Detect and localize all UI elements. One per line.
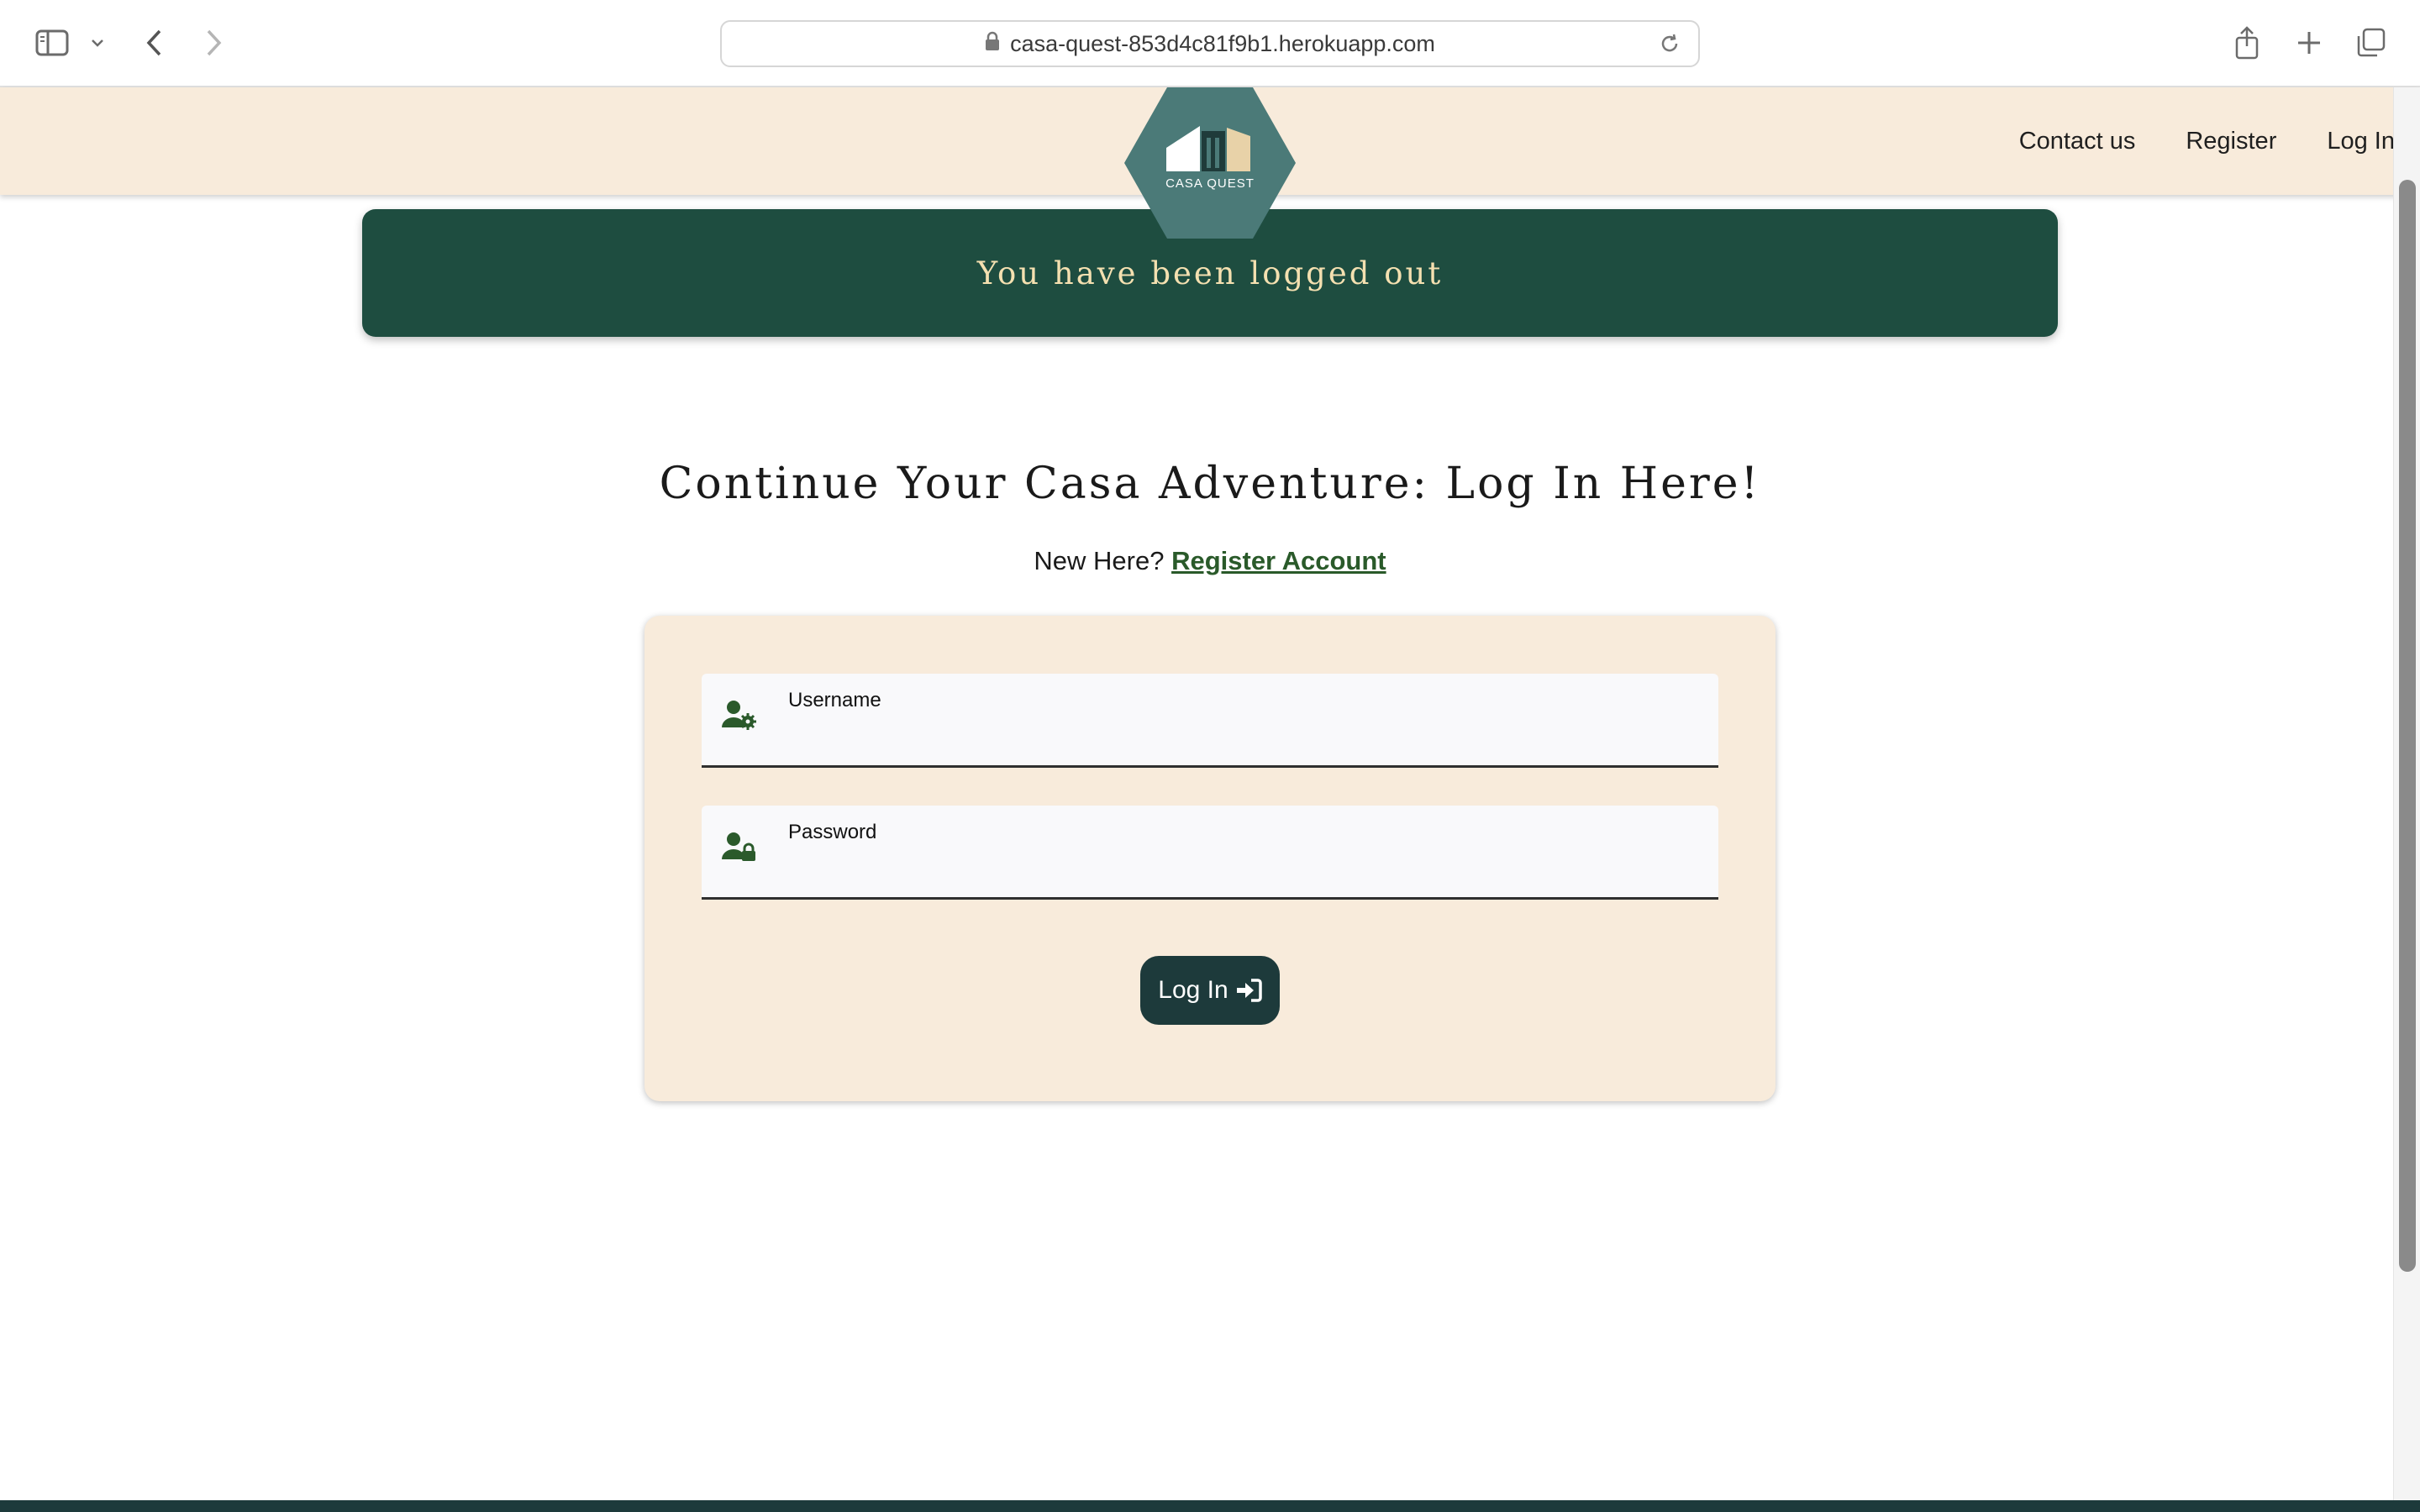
alert-message: You have been logged out	[976, 255, 1444, 291]
chevron-down-icon[interactable]	[87, 20, 108, 66]
tab-overview-icon[interactable]	[2354, 20, 2388, 66]
site-footer	[0, 1500, 2420, 1512]
login-form: Username Password Log In	[644, 616, 1776, 1101]
user-lock-icon	[722, 831, 757, 867]
login-button-label: Log In	[1158, 976, 1228, 1004]
username-input[interactable]	[786, 716, 1702, 756]
browser-toolbar: casa-quest-853d4c81f9b1.herokuapp.com	[0, 0, 2420, 87]
address-bar[interactable]: casa-quest-853d4c81f9b1.herokuapp.com	[720, 20, 1700, 67]
page-title: Continue Your Casa Adventure: Log In Her…	[659, 459, 1761, 509]
username-label: Username	[788, 689, 881, 711]
share-icon[interactable]	[2230, 20, 2264, 66]
nav-login-link[interactable]: Log In	[2327, 128, 2395, 155]
nav-contact-link[interactable]: Contact us	[2019, 128, 2136, 155]
user-gear-icon	[722, 699, 757, 735]
login-button[interactable]: Log In	[1140, 956, 1280, 1025]
password-label: Password	[788, 821, 877, 843]
sidebar-toggle-icon[interactable]	[32, 20, 72, 66]
back-arrow-icon[interactable]	[139, 20, 170, 66]
register-prompt-text: New Here?	[1034, 546, 1165, 575]
logo-text: CASA QUEST	[1165, 176, 1255, 191]
sign-in-icon	[1236, 979, 1262, 1002]
password-field[interactable]: Password	[702, 806, 1718, 900]
scrollbar-track[interactable]	[2393, 87, 2420, 1512]
scrollbar-thumb[interactable]	[2399, 180, 2416, 1272]
lock-icon	[985, 31, 1000, 57]
main-nav: Contact us Register Log In	[1969, 87, 2395, 195]
reload-icon[interactable]	[1658, 32, 1681, 61]
register-prompt: New Here? Register Account	[0, 546, 2420, 576]
username-field[interactable]: Username	[702, 674, 1718, 768]
nav-register-link[interactable]: Register	[2186, 128, 2276, 155]
register-account-link[interactable]: Register Account	[1171, 546, 1386, 575]
password-input[interactable]	[786, 848, 1702, 888]
url-text: casa-quest-853d4c81f9b1.herokuapp.com	[1010, 30, 1435, 56]
forward-arrow-icon[interactable]	[198, 20, 229, 66]
new-tab-icon[interactable]	[2292, 20, 2326, 66]
site-logo[interactable]: CASA QUEST	[1124, 87, 1296, 239]
